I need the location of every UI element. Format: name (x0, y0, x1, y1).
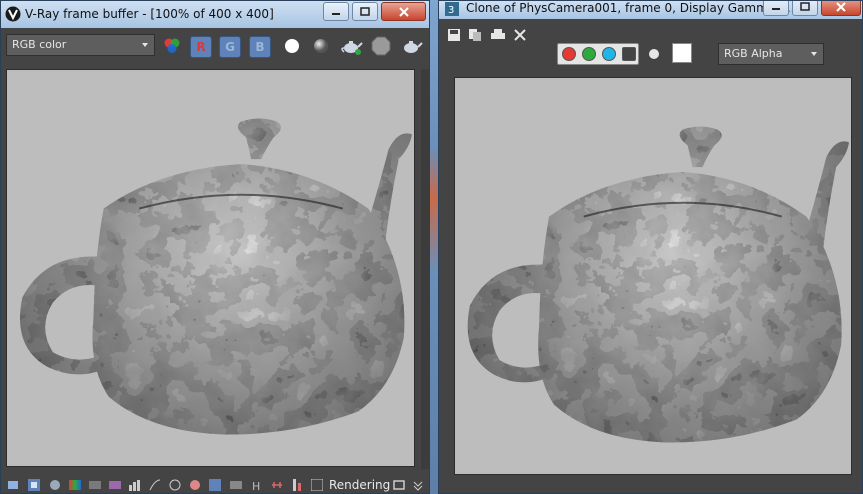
status-window-icon[interactable] (393, 479, 405, 491)
alpha-white-circle-icon[interactable] (283, 37, 301, 55)
vray-close-button[interactable] (381, 2, 426, 21)
show-corrections-icon[interactable] (28, 479, 40, 491)
chevron-down-icon (142, 43, 148, 47)
stereo-icon[interactable] (271, 479, 283, 491)
vray-window-title: V-Ray frame buffer - [100% of 400 x 400] (25, 7, 274, 21)
minimize-icon (332, 12, 340, 15)
clone-channel-select-value: RGB Alpha (724, 47, 783, 60)
clone-frame-window: 3 Clone of PhysCamera001, frame 0, Displ… (438, 0, 863, 494)
info-icon[interactable] (49, 479, 61, 491)
chevron-down-icon (811, 52, 817, 56)
maximize-icon (800, 1, 810, 11)
vray-render-viewport[interactable] (6, 69, 415, 467)
color-balance-icon[interactable] (109, 479, 121, 491)
background-color-swatch[interactable] (672, 43, 692, 63)
levels-icon[interactable] (129, 479, 141, 491)
vray-logo-icon (5, 6, 21, 22)
compare-icon[interactable] (291, 479, 303, 491)
green-channel-button[interactable]: G (219, 36, 241, 58)
rgb-circles-icon[interactable] (163, 37, 181, 55)
clone-close-button[interactable] (821, 1, 861, 16)
close-icon (398, 6, 409, 17)
vray-minimize-button[interactable] (323, 2, 349, 21)
red-channel-button[interactable]: R (190, 36, 212, 58)
vray-maximize-button[interactable] (352, 2, 378, 21)
expand-down-icon[interactable] (412, 479, 424, 491)
hsl-icon[interactable] (89, 479, 101, 491)
channel-toggle-group (557, 43, 639, 65)
stop-icon[interactable] (371, 36, 391, 56)
exposure-icon[interactable] (69, 479, 81, 491)
maximize-icon (360, 6, 370, 16)
teapot-region-icon[interactable] (401, 36, 423, 56)
3dsmax-icon: 3 (445, 2, 459, 16)
vray-channel-select-value: RGB color (12, 38, 67, 51)
svg-text:H: H (252, 480, 260, 491)
render-status-text: Rendering (329, 478, 391, 492)
blue-channel-button[interactable]: B (249, 36, 271, 58)
save-icon[interactable] (447, 28, 461, 42)
clone-toolbar: RGB Alpha (439, 19, 862, 69)
copy-icon[interactable] (468, 28, 482, 42)
clone-channel-select[interactable]: RGB Alpha (718, 43, 824, 65)
teapot-render-icon[interactable] (341, 36, 363, 56)
desktop-background-strip (430, 0, 438, 494)
clone-render-viewport[interactable] (454, 77, 852, 475)
pixel-aspect-icon[interactable] (209, 479, 221, 491)
icc-icon[interactable] (189, 479, 201, 491)
vray-titlebar[interactable]: V-Ray frame buffer - [100% of 400 x 400] (1, 1, 429, 28)
green-channel-toggle[interactable] (582, 47, 596, 61)
clone-maximize-button[interactable] (792, 1, 818, 16)
clone-window-title: Clone of PhysCamera001, frame 0, Display… (466, 1, 795, 15)
vray-channel-select[interactable]: RGB color (6, 34, 155, 56)
print-icon[interactable] (490, 28, 506, 42)
ocio-icon[interactable] (230, 479, 242, 491)
blue-channel-toggle[interactable] (602, 47, 616, 61)
h-icon[interactable]: H (250, 479, 262, 491)
mono-channel-toggle-icon[interactable] (648, 48, 660, 60)
teapot-render-image (20, 118, 412, 435)
svg-text:3: 3 (448, 5, 454, 16)
vray-frame-buffer-window: V-Ray frame buffer - [100% of 400 x 400]… (0, 0, 430, 494)
red-channel-toggle[interactable] (562, 47, 576, 61)
vray-vertical-scrollbar[interactable] (421, 69, 429, 469)
lens-effects-icon[interactable] (311, 479, 323, 491)
mono-grey-circle-icon[interactable] (312, 37, 330, 55)
curve-icon[interactable] (149, 479, 161, 491)
alpha-channel-toggle[interactable] (622, 47, 636, 61)
clone-titlebar[interactable]: 3 Clone of PhysCamera001, frame 0, Displ… (439, 1, 862, 19)
clear-icon[interactable] (513, 28, 527, 42)
vray-toolbar: RGB color (1, 28, 429, 64)
history-icon[interactable] (7, 479, 19, 491)
minimize-icon (772, 7, 780, 10)
close-icon (836, 1, 846, 12)
clone-minimize-button[interactable] (763, 1, 789, 16)
vray-statusbar: H Rendering (1, 475, 429, 493)
teapot-clone-image (467, 126, 850, 443)
lut-icon[interactable] (169, 479, 181, 491)
